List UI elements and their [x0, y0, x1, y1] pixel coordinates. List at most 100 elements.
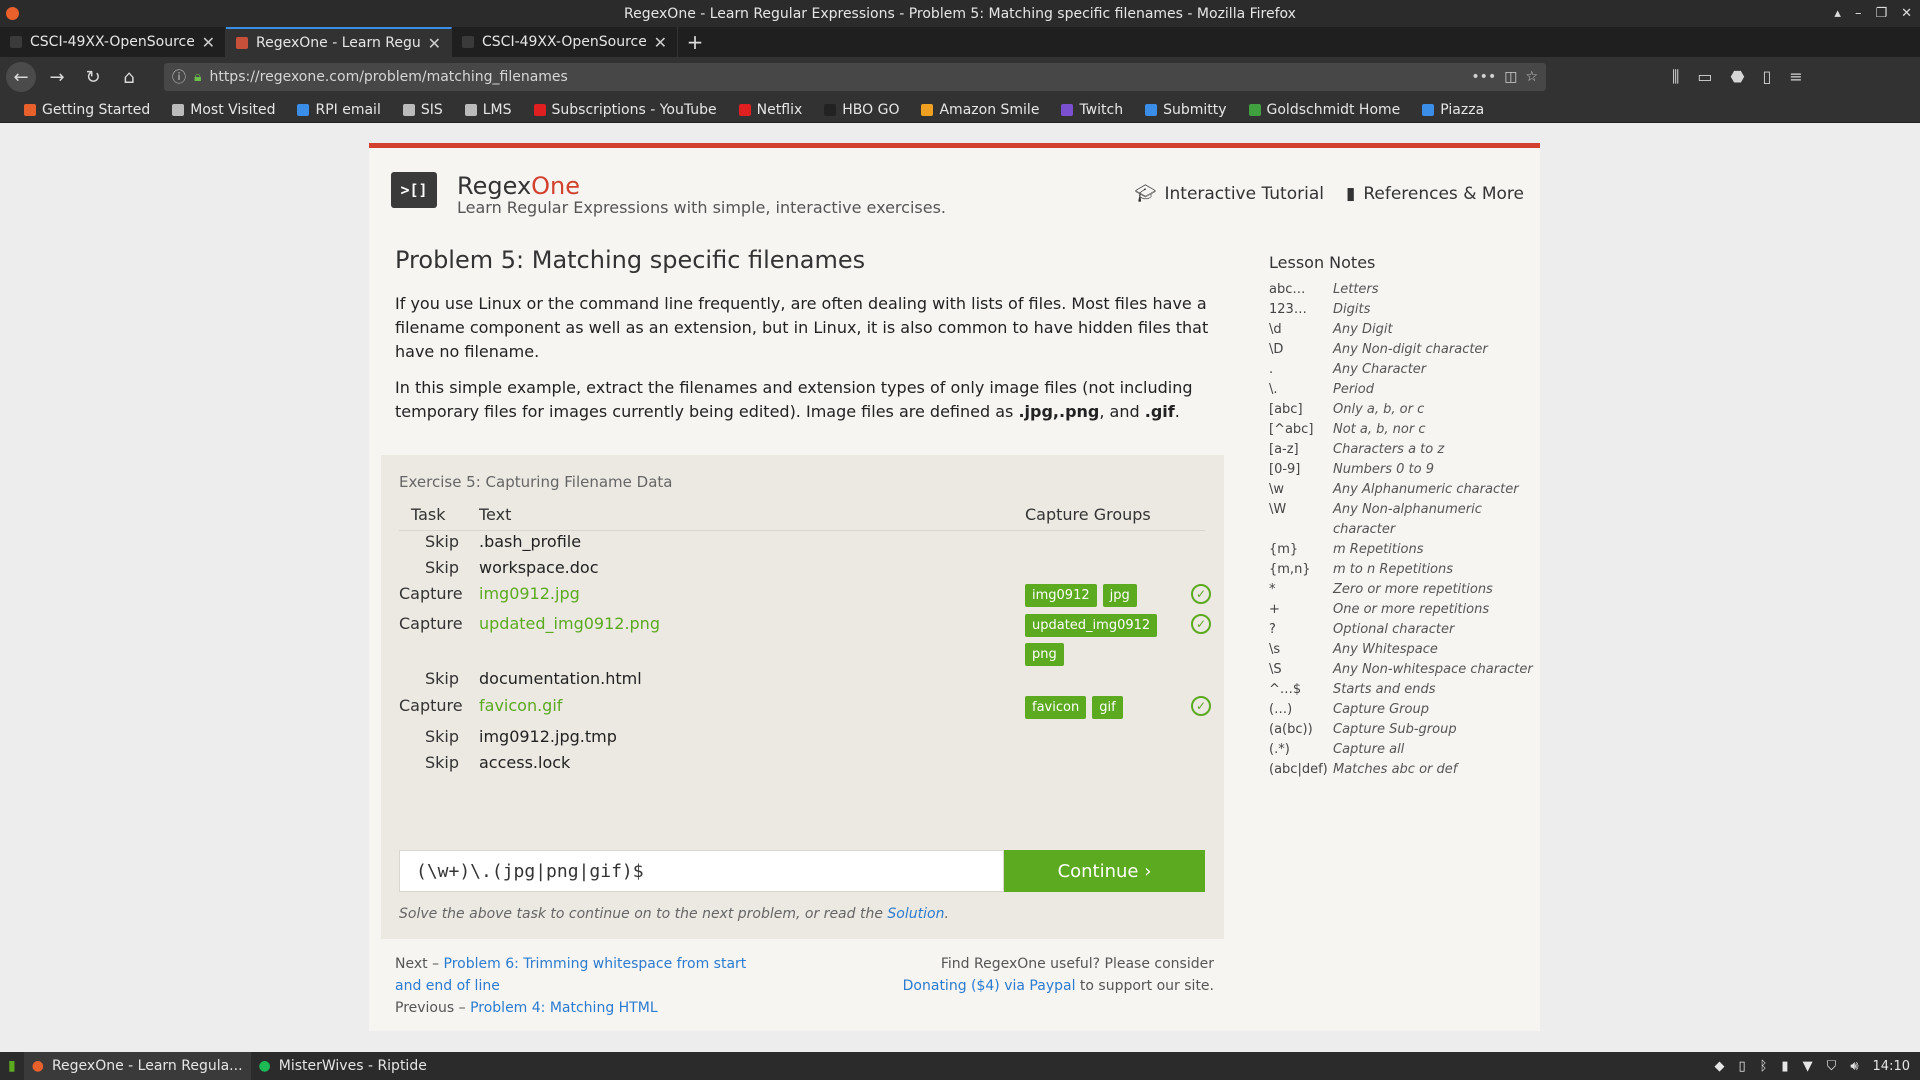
p2-mid: , and [1099, 402, 1145, 421]
bookmark-item[interactable]: Submitty [1145, 102, 1227, 118]
pocket-icon[interactable]: ◫ [1504, 69, 1517, 85]
row-text: documentation.html [479, 669, 642, 688]
bookmark-item[interactable]: RPI email [297, 102, 381, 118]
home-button[interactable]: ⌂ [114, 62, 144, 92]
tab-csci-2[interactable]: CSCI-49XX-OpenSource/La ✕ [452, 27, 678, 57]
nav-interactive-tutorial[interactable]: 🎓︎ Interactive Tutorial [1135, 184, 1324, 204]
bluetooth-icon[interactable]: ᛒ [1760, 1059, 1768, 1074]
p2-end: . [1174, 402, 1180, 421]
bookmark-label: HBO GO [842, 101, 900, 118]
continue-button[interactable]: Continue › [1004, 850, 1205, 892]
url-bar[interactable]: ⓘ 🔒︎ https://regexone.com/problem/matchi… [164, 63, 1546, 91]
col-capture-groups: Capture Groups [1025, 505, 1151, 524]
info-icon[interactable]: ⓘ [172, 67, 186, 87]
bookmark-item[interactable]: Getting Started [24, 102, 150, 118]
window-title: RegexOne - Learn Regular Expressions - P… [624, 5, 1296, 22]
library-icon[interactable]: ⫼ [1672, 67, 1679, 87]
note-value: Any Character [1333, 362, 1427, 377]
reload-button[interactable]: ↻ [78, 62, 108, 92]
close-tab-icon[interactable]: ✕ [202, 33, 215, 52]
regex-input[interactable]: (\w+)\.(jpg|png|gif)$ [399, 850, 1004, 892]
bookmark-favicon-icon [824, 103, 837, 116]
window-titlebar: RegexOne - Learn Regular Expressions - P… [0, 0, 1920, 27]
bookmark-item[interactable]: LMS [464, 101, 512, 118]
back-button[interactable]: ← [6, 62, 36, 92]
battery-icon[interactable]: ▮ [1781, 1059, 1788, 1074]
nav-references[interactable]: ▮ References & More [1346, 184, 1524, 204]
note-item: ^…$ Starts and ends [1269, 680, 1539, 700]
capture-group-tag: favicon [1025, 696, 1087, 719]
note-item: . Any Character [1269, 360, 1539, 380]
bookmark-star-icon[interactable]: ☆ [1525, 69, 1538, 85]
next-problem-link[interactable]: Problem 6: Trimming whitespace from star… [395, 956, 746, 994]
bookmark-item[interactable]: Twitch [1061, 102, 1123, 118]
row-text: updated_img0912.png [479, 614, 660, 633]
new-tab-button[interactable]: + [678, 27, 712, 57]
brand-regex: Regex [457, 172, 532, 200]
note-key: {m,n} [1269, 562, 1311, 577]
reader-icon[interactable]: ▯ [1762, 67, 1771, 87]
tab-csci-1[interactable]: CSCI-49XX-OpenSource/La ✕ [0, 27, 226, 57]
clock[interactable]: 14:10 [1873, 1059, 1910, 1074]
row-task: Skip [424, 558, 459, 577]
bookmark-label: Piazza [1440, 101, 1485, 118]
note-item: [abc] Only a, b, or c [1269, 400, 1539, 420]
prev-problem-link[interactable]: Problem 4: Matching HTML [470, 1000, 658, 1016]
bookmark-item[interactable]: Goldschmidt Home [1248, 102, 1400, 118]
table-divider [399, 530, 1205, 531]
bookmark-favicon-icon [297, 103, 310, 116]
clipboard-icon[interactable]: ▯ [1738, 1059, 1745, 1074]
bookmark-item[interactable]: Netflix [738, 102, 802, 118]
sidebar-icon[interactable]: ▭ [1697, 67, 1712, 87]
menu-icon[interactable]: ≡ [1789, 67, 1802, 87]
bookmark-item[interactable]: Subscriptions - YouTube [533, 102, 717, 118]
tab-regexone[interactable]: RegexOne - Learn Regular ✕ [226, 27, 452, 57]
problem-description-1: If you use Linux or the command line fre… [395, 294, 1209, 361]
site-brand[interactable]: RegexOne [457, 172, 946, 200]
volume-icon[interactable]: 🔊︎ [1850, 1059, 1858, 1074]
capture-group-tag: png [1025, 643, 1064, 666]
bookmark-item[interactable]: Amazon Smile [921, 102, 1039, 118]
minimize-icon[interactable]: – [1855, 6, 1862, 21]
note-key: \w [1269, 482, 1285, 497]
taskbar-firefox[interactable]: ● RegexOne - Learn Regula... [23, 1052, 251, 1080]
start-menu-button[interactable]: ▮ [0, 1052, 24, 1080]
brand-one: One [531, 172, 581, 200]
bookmark-item[interactable]: HBO GO [824, 102, 899, 118]
close-tab-icon[interactable]: ✕ [654, 33, 667, 52]
maximize-up-icon[interactable]: ▴ [1834, 6, 1841, 21]
page-actions-icon[interactable]: ••• [1471, 69, 1496, 85]
solution-link[interactable]: Solution [887, 906, 944, 922]
bookmark-item[interactable]: Most Visited [172, 102, 275, 118]
bookmark-favicon-icon [1145, 103, 1158, 116]
taskbar-spotify[interactable]: ● MisterWives - Riptide [251, 1052, 435, 1080]
support-pre: Find RegexOne useful? Please consider [940, 956, 1214, 972]
note-value: Not a, b, nor c [1333, 422, 1426, 437]
bookmark-label: LMS [482, 101, 512, 118]
note-key: {m} [1269, 542, 1299, 557]
page-viewport: >[] RegexOne Learn Regular Expressions w… [0, 123, 1920, 1031]
note-item: [a-z] Characters a to z [1269, 440, 1539, 460]
forward-button[interactable]: → [42, 62, 72, 92]
close-tab-icon[interactable]: ✕ [428, 34, 441, 53]
note-value: Any Non-whitespace character [1333, 662, 1533, 677]
tab-label: CSCI-49XX-OpenSource/La [482, 34, 646, 50]
url-text[interactable]: https://regexone.com/problem/matching_fi… [209, 69, 1463, 85]
footer-nav: Next – Problem 6: Trimming whitespace fr… [395, 953, 775, 1019]
exercise-box: Exercise 5: Capturing Filename Data Task… [381, 455, 1224, 939]
dropbox-icon[interactable]: ◆ [1714, 1059, 1724, 1074]
note-item: \d Any Digit [1269, 320, 1539, 340]
window-controls: ▴ – ❐ ✕ [1834, 0, 1912, 27]
restore-icon[interactable]: ❐ [1875, 6, 1887, 21]
donate-link[interactable]: Donating ($4) via Paypal [903, 978, 1076, 994]
capture-groups: favicon gif [1025, 696, 1165, 719]
bookmark-item[interactable]: Piazza [1422, 102, 1484, 118]
wifi-icon[interactable]: ▼ [1803, 1059, 1813, 1074]
note-value: Starts and ends [1333, 682, 1436, 697]
shield-icon[interactable]: ⛉ [1827, 1059, 1837, 1074]
regexone-logo[interactable]: >[] [391, 172, 437, 208]
adblock-icon[interactable]: ⬣ [1731, 67, 1745, 87]
bookmark-favicon-icon [1061, 103, 1074, 116]
bookmark-item[interactable]: SIS [402, 102, 443, 118]
close-window-icon[interactable]: ✕ [1901, 6, 1912, 21]
